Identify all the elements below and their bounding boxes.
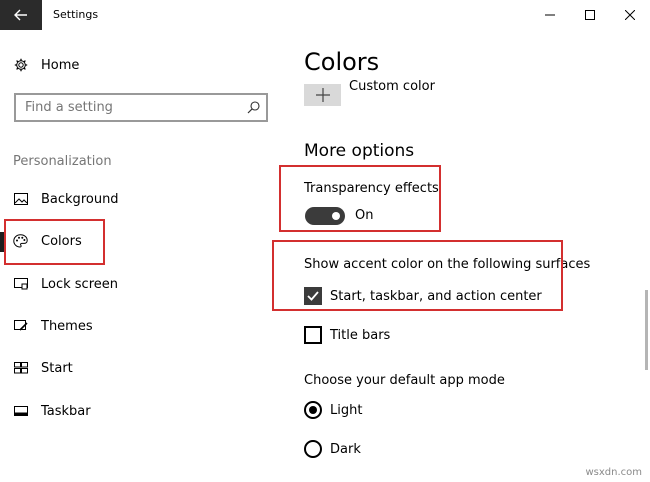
radio-selected-icon[interactable]: [304, 401, 322, 419]
scrollbar[interactable]: [645, 290, 648, 370]
search-icon[interactable]: [247, 101, 260, 114]
sidebar-item-label: Themes: [41, 318, 93, 334]
brush-icon: [13, 319, 28, 334]
sidebar-item-label: Lock screen: [41, 276, 118, 292]
sidebar-item-themes[interactable]: Themes: [13, 315, 93, 337]
search-placeholder: Find a setting: [25, 100, 113, 115]
sidebar-item-label: Home: [41, 57, 80, 73]
radio-dot: [309, 406, 317, 414]
annotation-box-accent: [272, 240, 563, 311]
sidebar-item-start[interactable]: Start: [13, 357, 73, 379]
sidebar-item-label: Taskbar: [41, 403, 91, 419]
plus-icon: [315, 88, 330, 102]
light-mode-radio[interactable]: Light: [304, 400, 362, 420]
lock-screen-icon: [13, 277, 28, 292]
start-tiles-icon: [13, 361, 28, 376]
title-bar: Settings: [0, 0, 650, 30]
sidebar-item-label: Start: [41, 360, 73, 376]
custom-color-label: Custom color: [349, 79, 435, 94]
sidebar-item-background[interactable]: Background: [13, 188, 119, 210]
checkbox-label: Title bars: [330, 327, 391, 343]
watermark-text: wsxdn.com: [585, 467, 642, 478]
sidebar-item-lock-screen[interactable]: Lock screen: [13, 273, 118, 295]
page-title: Colors: [304, 48, 380, 76]
minimize-button[interactable]: [539, 4, 561, 26]
close-icon: [625, 10, 635, 20]
dark-mode-radio[interactable]: Dark: [304, 439, 361, 459]
search-input[interactable]: Find a setting: [14, 93, 268, 122]
sidebar-item-label: Background: [41, 191, 119, 207]
close-button[interactable]: [619, 4, 641, 26]
annotation-box-transparency: [279, 165, 441, 232]
more-options-heading: More options: [304, 141, 415, 161]
back-button[interactable]: [0, 0, 42, 30]
minimize-icon: [545, 14, 555, 16]
checkbox-empty-icon[interactable]: [304, 326, 322, 344]
window-title: Settings: [53, 8, 99, 21]
gear-icon: [13, 58, 28, 73]
sidebar-item-home[interactable]: Home: [13, 54, 79, 76]
radio-label: Light: [330, 402, 363, 418]
taskbar-icon: [13, 404, 28, 419]
custom-color-button[interactable]: [304, 84, 341, 106]
app-mode-label: Choose your default app mode: [304, 373, 505, 388]
maximize-icon: [585, 10, 595, 20]
radio-label: Dark: [330, 441, 361, 457]
annotation-box-colors: [4, 219, 105, 265]
back-arrow-icon: [14, 9, 27, 21]
picture-icon: [13, 192, 28, 207]
title-bars-checkbox[interactable]: Title bars: [304, 325, 390, 345]
sidebar-item-taskbar[interactable]: Taskbar: [13, 400, 91, 422]
radio-empty-icon[interactable]: [304, 440, 322, 458]
maximize-button[interactable]: [579, 4, 601, 26]
section-heading: Personalization: [13, 154, 112, 169]
